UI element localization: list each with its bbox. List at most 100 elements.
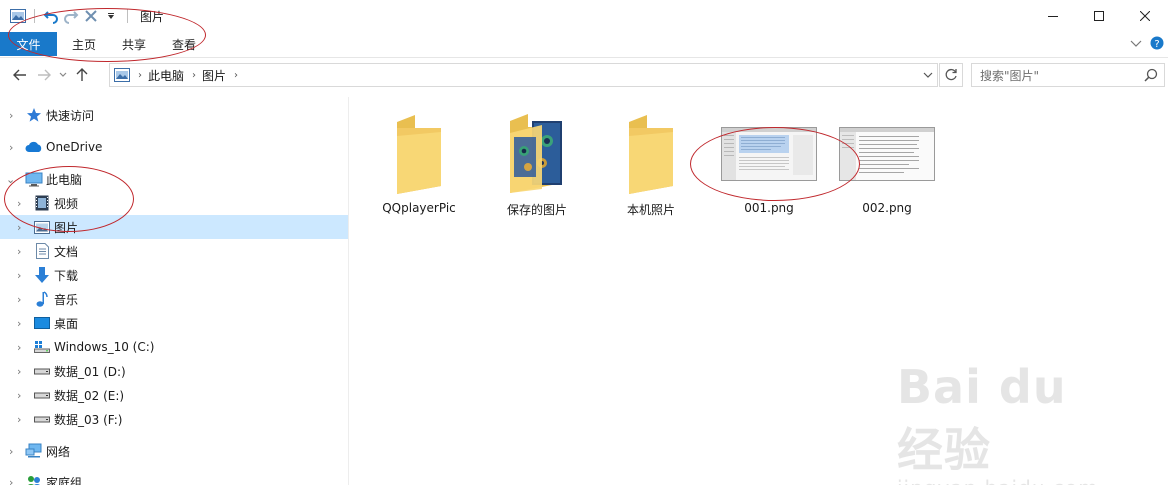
file-item-folder[interactable]: 保存的图片 (482, 97, 592, 217)
expand-chevron-icon[interactable]: › (9, 141, 13, 154)
nav-item-videos[interactable]: › 视频 (0, 191, 348, 215)
minimize-icon (1048, 16, 1058, 17)
tab-home[interactable]: 主页 (59, 32, 109, 56)
refresh-icon (945, 68, 957, 81)
ribbon-tabs: 文件 主页 共享 查看 ? (0, 32, 1168, 56)
file-name: 本机照片 (626, 203, 675, 217)
baidu-watermark: Bai du 经验 jingyan.baidu.com (897, 360, 1127, 485)
search-icon[interactable] (1144, 68, 1158, 85)
redo-icon[interactable] (61, 6, 81, 26)
file-item-folder[interactable]: QQplayerPic (364, 97, 474, 217)
search-input[interactable]: 搜索"图片" (971, 63, 1165, 87)
nav-item-quick-access[interactable]: › 快速访问 (0, 103, 348, 127)
expand-chevron-icon[interactable]: › (17, 389, 21, 402)
file-name: 002.png (862, 201, 912, 215)
nav-item-label: 数据_03 (F:) (54, 412, 123, 427)
nav-item-music[interactable]: › 音乐 (0, 287, 348, 311)
collapse-chevron-icon[interactable]: ⌄ (6, 173, 15, 186)
image-thumbnail (714, 109, 824, 199)
back-arrow-icon (13, 69, 26, 81)
nav-item-drive-f[interactable]: › 数据_03 (F:) (0, 407, 348, 431)
desktop-icon (33, 314, 51, 332)
cloud-icon (25, 138, 43, 156)
file-item-folder[interactable]: 本机照片 (596, 97, 706, 217)
breadcrumb-this-pc[interactable]: 此电脑 (148, 67, 184, 84)
nav-item-desktop[interactable]: › 桌面 (0, 311, 348, 335)
address-history-dropdown-icon[interactable] (923, 68, 933, 82)
file-name: QQplayerPic (382, 201, 456, 215)
breadcrumb-separator-icon[interactable]: › (138, 70, 142, 81)
customize-toolbar-dropdown-icon[interactable] (101, 6, 121, 26)
window-app-icon[interactable] (8, 6, 28, 26)
expand-chevron-icon[interactable]: › (17, 245, 21, 258)
computer-icon (25, 170, 43, 188)
nav-item-label: OneDrive (46, 140, 103, 154)
nav-item-label: 图片 (54, 220, 79, 235)
nav-item-label: 数据_02 (E:) (54, 388, 125, 403)
nav-item-network[interactable]: › 网络 (0, 439, 348, 463)
forward-button[interactable] (32, 63, 56, 87)
tab-file[interactable]: 文件 (0, 32, 57, 56)
navigation-pane: › 快速访问 › OneDrive ⌄ 此电脑 › 视频 › 图片 › 文档 ›… (0, 97, 349, 485)
nav-item-label: 下载 (54, 268, 79, 283)
expand-chevron-icon[interactable]: › (17, 341, 21, 354)
nav-item-this-pc[interactable]: ⌄ 此电脑 (0, 167, 348, 191)
recent-locations-button[interactable] (56, 63, 70, 87)
help-icon[interactable]: ? (1150, 36, 1164, 53)
expand-ribbon-icon[interactable] (1130, 37, 1142, 51)
back-button[interactable] (8, 63, 32, 87)
expand-chevron-icon[interactable]: › (9, 476, 13, 485)
address-bar[interactable]: › 此电脑 › 图片 › (109, 63, 938, 87)
breadcrumb-pictures[interactable]: 图片 (202, 67, 226, 84)
expand-chevron-icon[interactable]: › (17, 197, 21, 210)
expand-chevron-icon[interactable]: › (17, 269, 21, 282)
close-button[interactable] (1122, 0, 1168, 32)
tab-view[interactable]: 查看 (159, 32, 209, 56)
breadcrumb-separator-icon[interactable]: › (192, 70, 196, 81)
nav-item-drive-d[interactable]: › 数据_01 (D:) (0, 359, 348, 383)
document-icon (33, 242, 51, 260)
window-title: 图片 (140, 9, 165, 24)
music-icon (33, 290, 51, 308)
nav-item-onedrive[interactable]: › OneDrive (0, 135, 348, 159)
expand-chevron-icon[interactable]: › (17, 221, 21, 234)
expand-chevron-icon[interactable]: › (17, 317, 21, 330)
ribbon-right-controls: ? (1130, 32, 1164, 56)
undo-icon[interactable] (41, 6, 61, 26)
minimize-button[interactable] (1030, 0, 1076, 32)
nav-item-drive-e[interactable]: › 数据_02 (E:) (0, 383, 348, 407)
expand-chevron-icon[interactable]: › (9, 445, 13, 458)
expand-chevron-icon[interactable]: › (17, 413, 21, 426)
nav-item-drive-c[interactable]: › Windows_10 (C:) (0, 335, 348, 359)
nav-item-label: 数据_01 (D:) (54, 364, 126, 379)
svg-text:?: ? (1154, 39, 1159, 50)
file-name: 001.png (744, 201, 794, 215)
maximize-button[interactable] (1076, 0, 1122, 32)
delete-icon[interactable] (81, 6, 101, 26)
nav-item-label: 网络 (46, 444, 71, 459)
drive-icon (33, 410, 51, 428)
expand-chevron-icon[interactable]: › (17, 365, 21, 378)
file-item-image[interactable]: 001.png (714, 97, 824, 217)
up-button[interactable] (70, 63, 94, 87)
download-icon (33, 266, 51, 284)
watermark-brand: Bai du 经验 (897, 360, 1067, 477)
refresh-button[interactable] (939, 63, 963, 87)
nav-item-pictures[interactable]: › 图片 (0, 215, 348, 239)
nav-item-documents[interactable]: › 文档 (0, 239, 348, 263)
folder-with-images-icon (482, 109, 592, 199)
breadcrumb-separator-icon[interactable]: › (234, 70, 238, 81)
nav-item-label: 视频 (54, 196, 79, 211)
up-arrow-icon (76, 68, 88, 81)
tab-share[interactable]: 共享 (109, 32, 159, 56)
nav-item-label: Windows_10 (C:) (54, 340, 155, 354)
nav-item-downloads[interactable]: › 下载 (0, 263, 348, 287)
nav-item-label: 家庭组 (46, 475, 83, 485)
nav-item-label: 此电脑 (46, 172, 83, 187)
toolbar-separator (127, 9, 128, 23)
drive-icon (33, 362, 51, 380)
expand-chevron-icon[interactable]: › (17, 293, 21, 306)
nav-item-homegroup[interactable]: › 家庭组 (0, 470, 348, 485)
expand-chevron-icon[interactable]: › (9, 109, 13, 122)
file-item-image[interactable]: 002.png (832, 97, 942, 217)
